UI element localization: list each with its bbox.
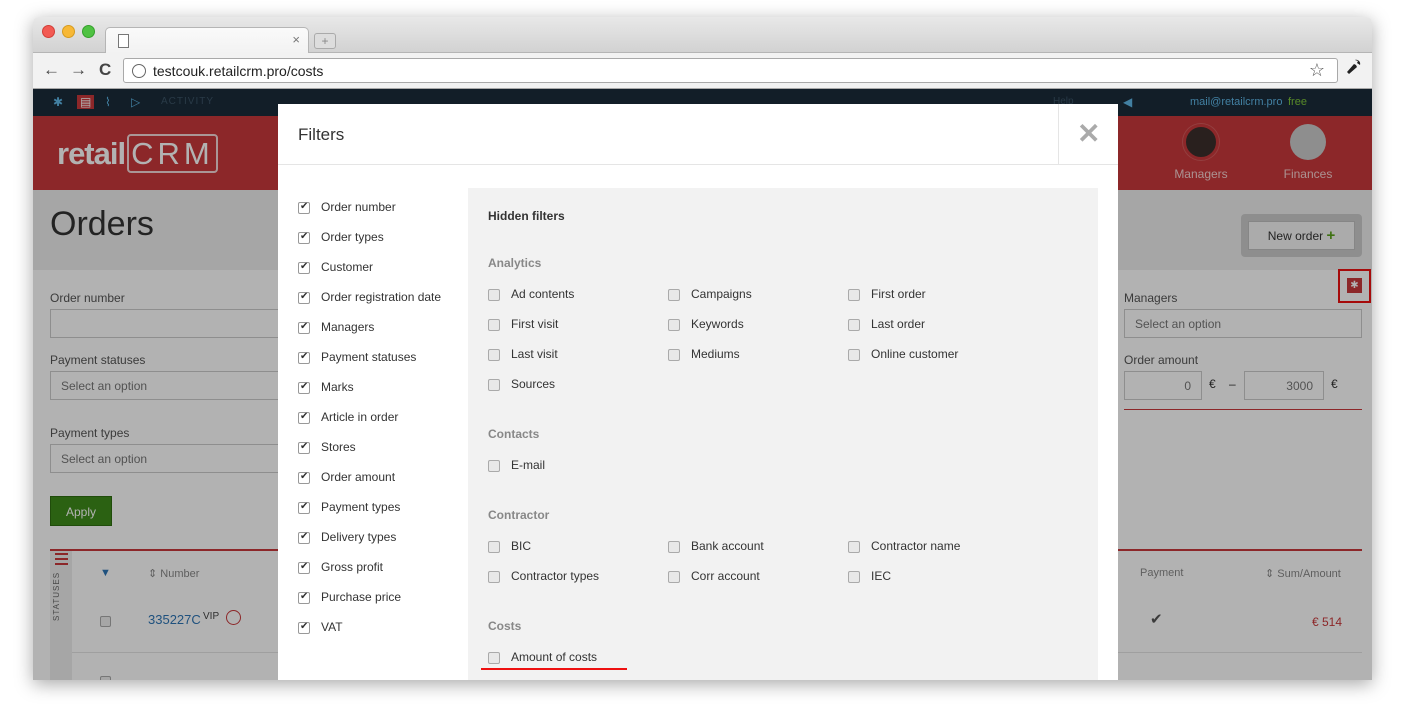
- checkbox-amount-of-costs[interactable]: [488, 652, 500, 664]
- filter-label-keywords[interactable]: Keywords: [691, 317, 744, 331]
- checkbox-managers[interactable]: [298, 321, 310, 334]
- checkbox-delivery-types[interactable]: [298, 531, 310, 544]
- checkbox-stores[interactable]: [298, 441, 310, 454]
- filter-label-order-number[interactable]: Order number: [321, 200, 396, 214]
- filter-label-payment-statuses[interactable]: Payment statuses: [321, 350, 416, 364]
- filter-label-sources[interactable]: Sources: [511, 377, 555, 391]
- checkbox-last-order[interactable]: [848, 319, 860, 331]
- checkbox-order-number[interactable]: [298, 201, 310, 214]
- checkbox-bic[interactable]: [488, 541, 500, 553]
- filter-label-ad-contents[interactable]: Ad contents: [511, 287, 574, 301]
- filter-label-vat[interactable]: VAT: [321, 620, 343, 634]
- checkbox-ad-contents[interactable]: [488, 289, 500, 301]
- filter-label-order-types[interactable]: Order types: [321, 230, 384, 244]
- checkbox-iec[interactable]: [848, 571, 860, 583]
- filter-label-marks[interactable]: Marks: [321, 380, 354, 394]
- forward-icon[interactable]: →: [70, 60, 87, 80]
- checkbox-campaigns[interactable]: [668, 289, 680, 301]
- checkbox-order-registration-date[interactable]: [298, 291, 310, 304]
- filter-label-article-in-order[interactable]: Article in order: [321, 410, 398, 424]
- group-title-contacts: Contacts: [488, 427, 540, 441]
- filter-label-e-mail[interactable]: E-mail: [511, 458, 545, 472]
- filter-label-payment-types[interactable]: Payment types: [321, 500, 400, 514]
- tab-close-icon[interactable]: ×: [292, 32, 300, 47]
- address-bar[interactable]: testcouk.retailcrm.pro/costs ☆: [123, 58, 1338, 83]
- modal-close-button[interactable]: ✕: [1058, 104, 1118, 165]
- hidden-filters-title: Hidden filters: [488, 209, 565, 223]
- filter-label-campaigns[interactable]: Campaigns: [691, 287, 752, 301]
- filter-label-order-registration-date[interactable]: Order registration date: [321, 290, 441, 304]
- filter-label-bank-account[interactable]: Bank account: [691, 539, 764, 553]
- filter-label-first-order[interactable]: First order: [871, 287, 926, 301]
- filter-label-last-order[interactable]: Last order: [871, 317, 925, 331]
- filter-label-first-visit[interactable]: First visit: [511, 317, 558, 331]
- bookmark-star-icon[interactable]: ☆: [1309, 60, 1325, 81]
- filter-label-mediums[interactable]: Mediums: [691, 347, 740, 361]
- checkbox-contractor-types[interactable]: [488, 571, 500, 583]
- close-icon[interactable]: ✕: [1077, 117, 1100, 150]
- checkbox-online-customer[interactable]: [848, 349, 860, 361]
- checkbox-order-amount[interactable]: [298, 471, 310, 484]
- browser-window: × + ← → C testcouk.retailcrm.pro/costs ☆…: [33, 17, 1372, 680]
- filter-label-stores[interactable]: Stores: [321, 440, 356, 454]
- filter-label-amount-of-costs[interactable]: Amount of costs: [511, 650, 597, 664]
- filter-label-gross-profit[interactable]: Gross profit: [321, 560, 383, 574]
- wrench-icon[interactable]: [1346, 59, 1362, 80]
- app-page: ✱ ▤ ⌇ ▷ ACTIVITY Help ◀ mail@retailcrm.p…: [33, 89, 1372, 680]
- checkbox-first-visit[interactable]: [488, 319, 500, 331]
- checkbox-article-in-order[interactable]: [298, 411, 310, 424]
- filter-label-managers[interactable]: Managers: [321, 320, 374, 334]
- checkbox-e-mail[interactable]: [488, 460, 500, 472]
- checkbox-payment-types[interactable]: [298, 501, 310, 514]
- checkbox-bank-account[interactable]: [668, 541, 680, 553]
- globe-icon: [132, 64, 146, 78]
- hidden-filters-panel: Hidden filters Analytics Ad contents Camp…: [468, 188, 1098, 680]
- checkbox-marks[interactable]: [298, 381, 310, 394]
- new-tab-button[interactable]: +: [314, 33, 336, 49]
- checkbox-payment-statuses[interactable]: [298, 351, 310, 364]
- highlight-underline: [481, 668, 627, 670]
- browser-titlebar: × +: [33, 17, 1372, 54]
- minimize-window-icon[interactable]: [62, 25, 75, 38]
- close-window-icon[interactable]: [42, 25, 55, 38]
- checkbox-order-types[interactable]: [298, 231, 310, 244]
- checkbox-corr-account[interactable]: [668, 571, 680, 583]
- checkbox-gross-profit[interactable]: [298, 561, 310, 574]
- back-icon[interactable]: ←: [43, 60, 60, 80]
- filter-label-last-visit[interactable]: Last visit: [511, 347, 558, 361]
- modal-header: Filters ✕: [278, 104, 1118, 165]
- filter-label-delivery-types[interactable]: Delivery types: [321, 530, 396, 544]
- filter-label-bic[interactable]: BIC: [511, 539, 531, 553]
- filter-label-purchase-price[interactable]: Purchase price: [321, 590, 401, 604]
- maximize-window-icon[interactable]: [82, 25, 95, 38]
- checkbox-sources[interactable]: [488, 379, 500, 391]
- filter-label-online-customer[interactable]: Online customer: [871, 347, 958, 361]
- checkbox-keywords[interactable]: [668, 319, 680, 331]
- checkbox-vat[interactable]: [298, 621, 310, 634]
- filter-label-iec[interactable]: IEC: [871, 569, 891, 583]
- group-title-contractor: Contractor: [488, 508, 550, 522]
- filter-label-customer[interactable]: Customer: [321, 260, 373, 274]
- checkbox-purchase-price[interactable]: [298, 591, 310, 604]
- checkbox-contractor-name[interactable]: [848, 541, 860, 553]
- filter-label-contractor-types[interactable]: Contractor types: [511, 569, 599, 583]
- modal-title: Filters: [298, 125, 345, 144]
- browser-toolbar: ← → C testcouk.retailcrm.pro/costs ☆: [33, 53, 1372, 89]
- filter-label-contractor-name[interactable]: Contractor name: [871, 539, 960, 553]
- checkbox-last-visit[interactable]: [488, 349, 500, 361]
- checkbox-first-order[interactable]: [848, 289, 860, 301]
- filters-modal: Filters ✕ Order number Order types Custome…: [278, 104, 1118, 680]
- reload-icon[interactable]: C: [99, 60, 111, 80]
- checkbox-mediums[interactable]: [668, 349, 680, 361]
- group-title-costs: Costs: [488, 619, 522, 633]
- url-text[interactable]: testcouk.retailcrm.pro/costs: [153, 63, 323, 79]
- group-title-analytics: Analytics: [488, 256, 542, 270]
- filter-label-corr-account[interactable]: Corr account: [691, 569, 760, 583]
- checkbox-customer[interactable]: [298, 261, 310, 274]
- filter-label-order-amount[interactable]: Order amount: [321, 470, 395, 484]
- page-icon: [118, 34, 129, 48]
- browser-tab[interactable]: ×: [105, 27, 309, 54]
